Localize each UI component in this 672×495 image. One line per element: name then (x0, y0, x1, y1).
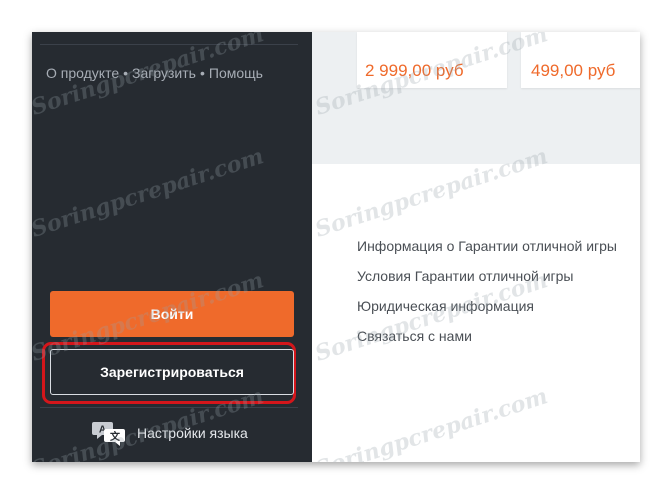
footer-link-contact[interactable]: Связаться с нами (357, 326, 617, 356)
main-content: 2 999,00 руб 499,00 руб Информация о Гар… (312, 32, 640, 462)
language-settings-link[interactable]: A 文 Настройки языка (92, 419, 248, 447)
sidebar-divider-bottom (40, 407, 298, 408)
footer-link-warranty-info[interactable]: Информация о Гарантии отличной игры (357, 236, 617, 266)
language-settings-label: Настройки языка (137, 425, 248, 441)
login-button[interactable]: Войти (50, 291, 294, 337)
footer-link-legal[interactable]: Юридическая информация (357, 296, 617, 326)
app-window: О продукте • Загрузить • Помощь Войти Зареги… (32, 32, 640, 462)
sidebar-nav: О продукте • Загрузить • Помощь (46, 65, 263, 81)
price-band: 2 999,00 руб 499,00 руб (312, 32, 640, 164)
price-card[interactable]: 499,00 руб (521, 32, 640, 88)
nav-link-help[interactable]: Помощь (209, 65, 263, 81)
price-label: 499,00 руб (531, 61, 616, 80)
nav-separator: • (199, 65, 205, 81)
nav-link-about[interactable]: О продукте (46, 65, 119, 81)
nav-separator: • (123, 65, 129, 81)
sidebar-divider-top (40, 44, 298, 45)
sidebar: О продукте • Загрузить • Помощь Войти Зареги… (32, 32, 312, 462)
price-label: 2 999,00 руб (365, 61, 464, 80)
footer-links: Информация о Гарантии отличной игры Усло… (357, 236, 617, 356)
svg-text:文: 文 (110, 430, 121, 443)
translate-icon: A 文 (92, 422, 125, 446)
nav-link-download[interactable]: Загрузить (132, 65, 196, 81)
price-card[interactable]: 2 999,00 руб (357, 32, 507, 88)
footer-link-warranty-terms[interactable]: Условия Гарантии отличной игры (357, 266, 617, 296)
register-button[interactable]: Зарегистрироваться (50, 349, 294, 395)
